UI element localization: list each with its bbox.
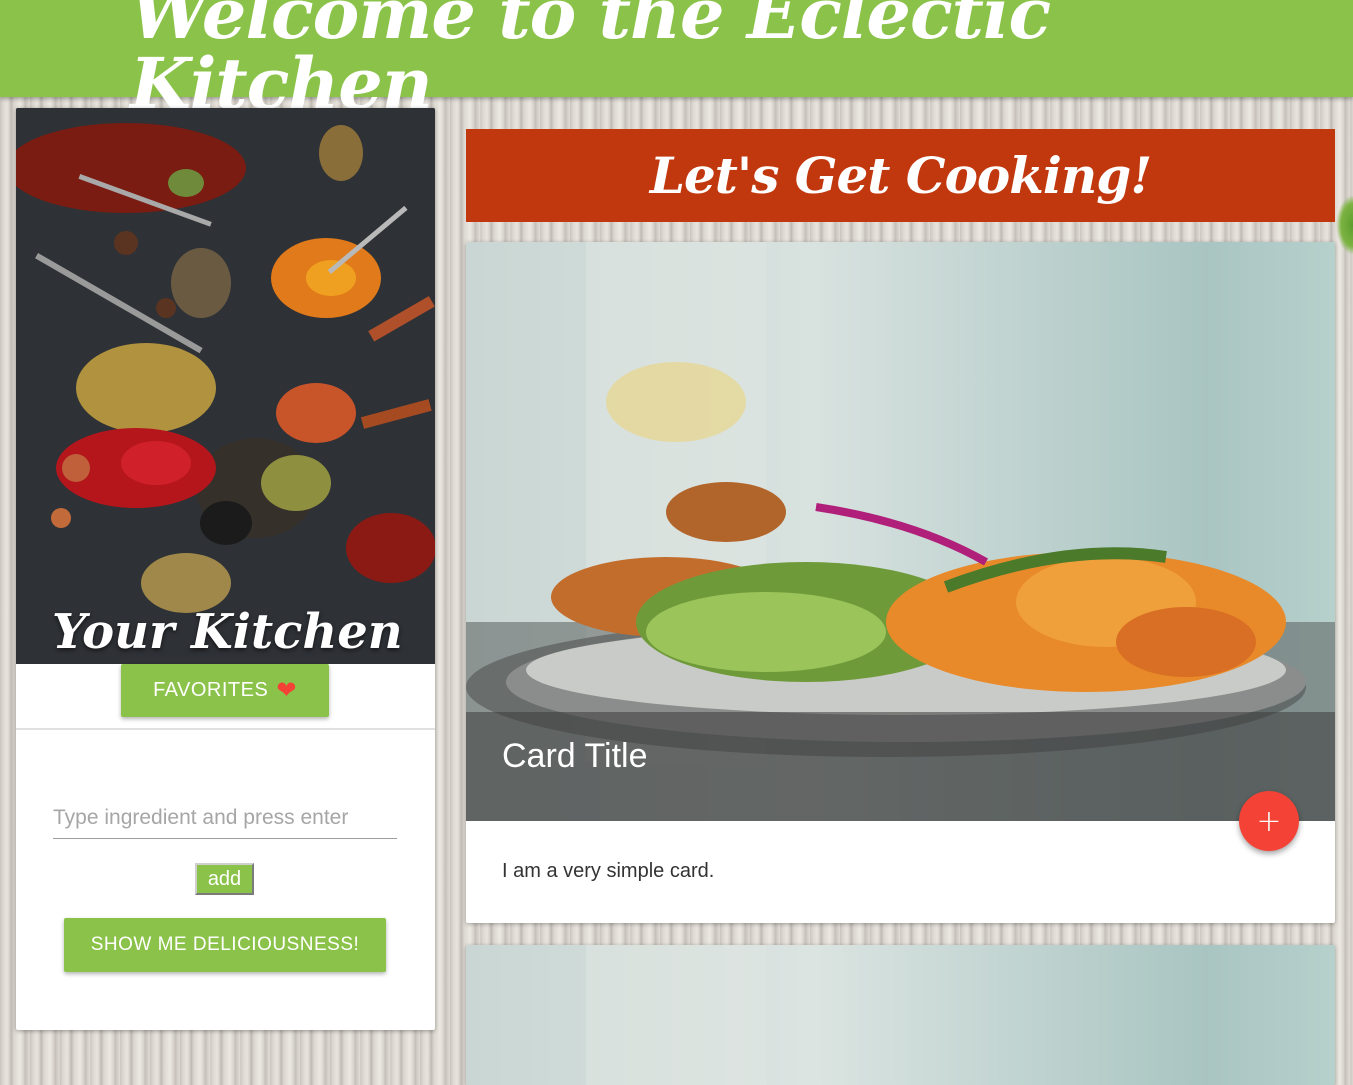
top-header: Welcome to the Eclectic Kitchen — [0, 0, 1353, 118]
food-image: Card Title — [466, 242, 1335, 821]
divider — [16, 728, 435, 730]
card-title: Card Title — [502, 737, 648, 775]
add-button[interactable]: add — [195, 863, 254, 895]
heart-icon: ❤ — [276, 676, 297, 704]
favorites-label: FAVORITES — [153, 679, 269, 701]
show-me-deliciousness-button[interactable]: SHOW ME DELICIOUSNESS! — [64, 918, 386, 972]
cooking-banner: Let's Get Cooking! — [466, 129, 1335, 222]
kitchen-panel: Your Kitchen FAVORITES ❤ add SHOW ME DEL… — [16, 108, 435, 1030]
site-title: Welcome to the Eclectic Kitchen — [130, 0, 1051, 125]
spices-image: Your Kitchen — [16, 108, 435, 664]
ingredient-input[interactable] — [53, 798, 397, 839]
your-kitchen-title: Your Kitchen — [52, 604, 403, 660]
plus-icon: + — [1256, 803, 1282, 839]
banner-title: Let's Get Cooking! — [649, 146, 1152, 205]
leaf-decoration — [1336, 195, 1353, 255]
show-label: SHOW ME DELICIOUSNESS! — [90, 934, 360, 955]
recipe-card-2-image — [466, 945, 1335, 1085]
card-text: I am a very simple card. — [502, 860, 715, 882]
add-fab-button[interactable]: + — [1239, 791, 1299, 851]
favorites-button[interactable]: FAVORITES ❤ — [121, 664, 329, 717]
recipe-card: Card Title + I am a very simple card. — [466, 242, 1335, 923]
